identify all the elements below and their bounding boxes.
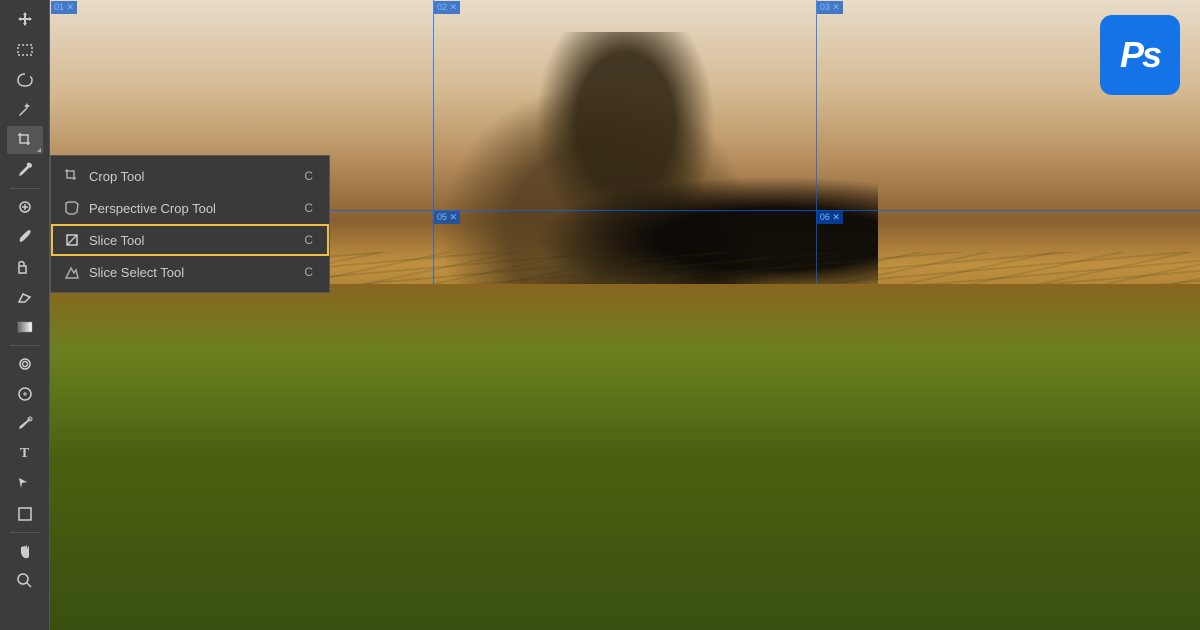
hline-2	[50, 420, 1200, 421]
shape-tool[interactable]	[7, 500, 43, 528]
slice-select-label: Slice Select Tool	[89, 265, 184, 280]
camera-shape	[533, 176, 878, 302]
blur-tool[interactable]	[7, 350, 43, 378]
toolbar: T	[0, 0, 50, 630]
slice-tool-icon	[63, 231, 81, 249]
perspective-crop-tool-left: Perspective Crop Tool	[63, 199, 216, 217]
rectangular-marquee-tool[interactable]	[7, 36, 43, 64]
slice-label-07: 07 ✕	[51, 421, 77, 434]
divider-2	[10, 345, 40, 346]
lasso-tool[interactable]	[7, 66, 43, 94]
gradient-tool[interactable]	[7, 313, 43, 341]
magic-wand-tool[interactable]	[7, 96, 43, 124]
crop-tool-menu-item[interactable]: Crop Tool C	[51, 160, 329, 192]
perspective-crop-tool-menu-item[interactable]: Perspective Crop Tool C	[51, 192, 329, 224]
ps-logo: Ps	[1100, 15, 1180, 95]
slice-tool-menu-item[interactable]: Slice Tool C	[51, 224, 329, 256]
canvas-area: 01 ✕ 02 ✕ 03 ✕ 04 ✕ 05 ✕ 06 ✕ 07 ✕ 08 ✕ …	[50, 0, 1200, 630]
type-icon: T	[20, 446, 29, 462]
perspective-crop-icon	[63, 199, 81, 217]
slice-tool-shortcut: C	[304, 233, 313, 247]
slice-label-08: 08 ✕	[434, 421, 460, 434]
divider-1	[10, 188, 40, 189]
dodge-tool[interactable]	[7, 380, 43, 408]
slice-tool-left: Slice Tool	[63, 231, 144, 249]
zoom-tool[interactable]	[7, 567, 43, 595]
slice-select-icon	[63, 263, 81, 281]
hand-tool[interactable]	[7, 537, 43, 565]
slice-select-tool-menu-item[interactable]: Slice Select Tool C	[51, 256, 329, 288]
crop-tool-label: Crop Tool	[89, 169, 144, 184]
eyedropper-tool[interactable]	[7, 156, 43, 184]
perspective-crop-label: Perspective Crop Tool	[89, 201, 216, 216]
move-tool[interactable]	[7, 6, 43, 34]
vegetation-overlay	[50, 252, 1200, 630]
healing-brush-tool[interactable]	[7, 193, 43, 221]
crop-tool-icon	[63, 167, 81, 185]
slice-select-tool-left: Slice Select Tool	[63, 263, 184, 281]
brush-tool[interactable]	[7, 223, 43, 251]
perspective-crop-shortcut: C	[304, 201, 313, 215]
eraser-tool[interactable]	[7, 283, 43, 311]
slice-label-09: 09 ✕	[817, 421, 843, 434]
context-menu: Crop Tool C Perspective Crop Tool C Slic…	[50, 155, 330, 293]
crop-tool-left: Crop Tool	[63, 167, 144, 185]
crop-tool-shortcut: C	[304, 169, 313, 183]
ps-logo-text: Ps	[1120, 34, 1160, 76]
photo-subject	[338, 32, 913, 536]
slice-tool-label: Slice Tool	[89, 233, 144, 248]
slice-select-shortcut: C	[304, 265, 313, 279]
type-tool[interactable]: T	[7, 440, 43, 468]
photo-background: 01 ✕ 02 ✕ 03 ✕ 04 ✕ 05 ✕ 06 ✕ 07 ✕ 08 ✕ …	[50, 0, 1200, 630]
clone-stamp-tool[interactable]	[7, 253, 43, 281]
path-selection-tool[interactable]	[7, 470, 43, 498]
divider-3	[10, 532, 40, 533]
crop-tool-btn[interactable]	[7, 126, 43, 154]
pen-tool[interactable]	[7, 410, 43, 438]
